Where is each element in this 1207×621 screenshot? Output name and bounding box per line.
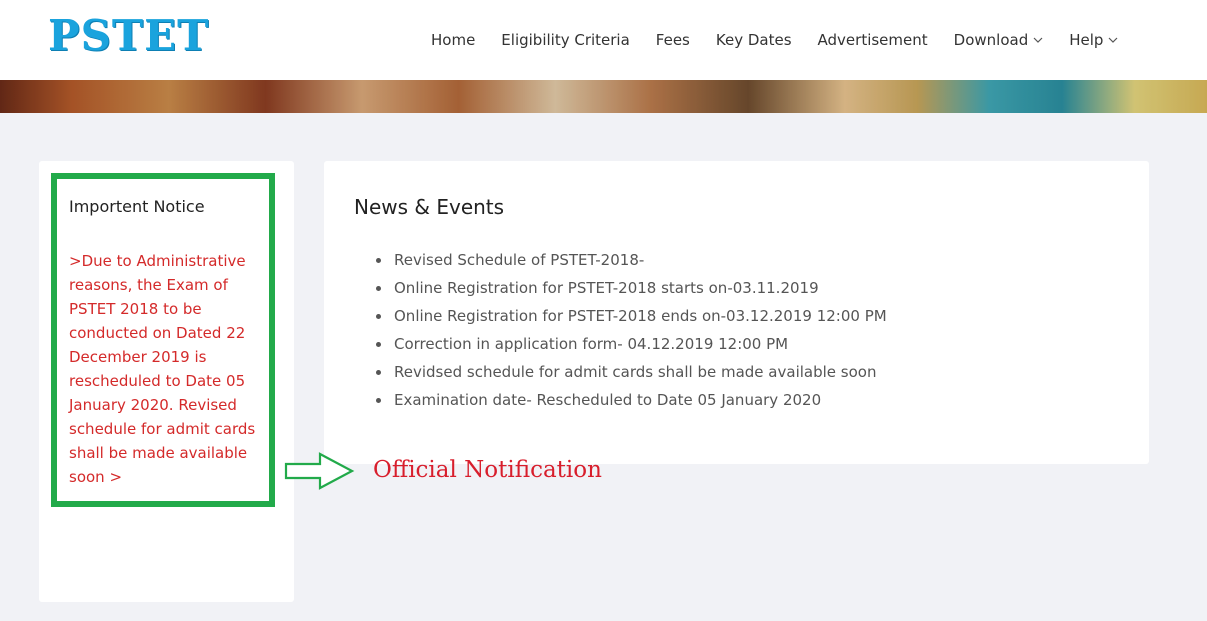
nav-download[interactable]: Download (954, 31, 1044, 49)
nav-eligibility-criteria[interactable]: Eligibility Criteria (501, 31, 630, 49)
news-title: News & Events (354, 195, 505, 219)
site-logo[interactable]: PSTET (48, 12, 209, 60)
chevron-down-icon (1108, 37, 1118, 43)
main-nav: Home Eligibility Criteria Fees Key Dates… (418, 0, 1131, 80)
news-list: Revised Schedule of PSTET-2018- Online R… (354, 246, 887, 414)
news-item[interactable]: Correction in application form- 04.12.20… (354, 330, 887, 358)
nav-eligibility-label: Eligibility Criteria (501, 31, 630, 49)
nav-fees[interactable]: Fees (656, 31, 690, 49)
nav-download-label: Download (953, 31, 1029, 49)
nav-home[interactable]: Home (431, 31, 475, 49)
nav-advertisement[interactable]: Advertisement (818, 31, 928, 49)
notice-title: Importent Notice (69, 197, 205, 216)
nav-key-dates[interactable]: Key Dates (716, 31, 792, 49)
nav-key-dates-label: Key Dates (715, 31, 792, 49)
hero-banner-image (0, 80, 1207, 113)
site-header: PSTET Home Eligibility Criteria Fees Key… (0, 0, 1207, 80)
news-item[interactable]: Examination date- Rescheduled to Date 05… (354, 386, 887, 414)
arrow-right-icon (284, 452, 355, 490)
news-item[interactable]: Online Registration for PSTET-2018 ends … (354, 302, 887, 330)
nav-fees-label: Fees (655, 31, 690, 49)
chevron-down-icon (1033, 37, 1043, 43)
news-item[interactable]: Online Registration for PSTET-2018 start… (354, 274, 887, 302)
official-notification-label: Official Notification (373, 457, 602, 483)
nav-help[interactable]: Help (1069, 31, 1118, 49)
important-notice-box: Importent Notice >Due to Administrative … (51, 173, 275, 507)
nav-home-label: Home (431, 31, 476, 49)
news-events-card: News & Events Revised Schedule of PSTET-… (324, 161, 1149, 464)
news-item[interactable]: Revised Schedule of PSTET-2018- (354, 246, 887, 274)
nav-advertisement-label: Advertisement (817, 31, 928, 49)
news-item[interactable]: Revidsed schedule for admit cards shall … (354, 358, 887, 386)
nav-help-label: Help (1069, 31, 1104, 49)
notice-text[interactable]: >Due to Administrative reasons, the Exam… (69, 249, 265, 489)
